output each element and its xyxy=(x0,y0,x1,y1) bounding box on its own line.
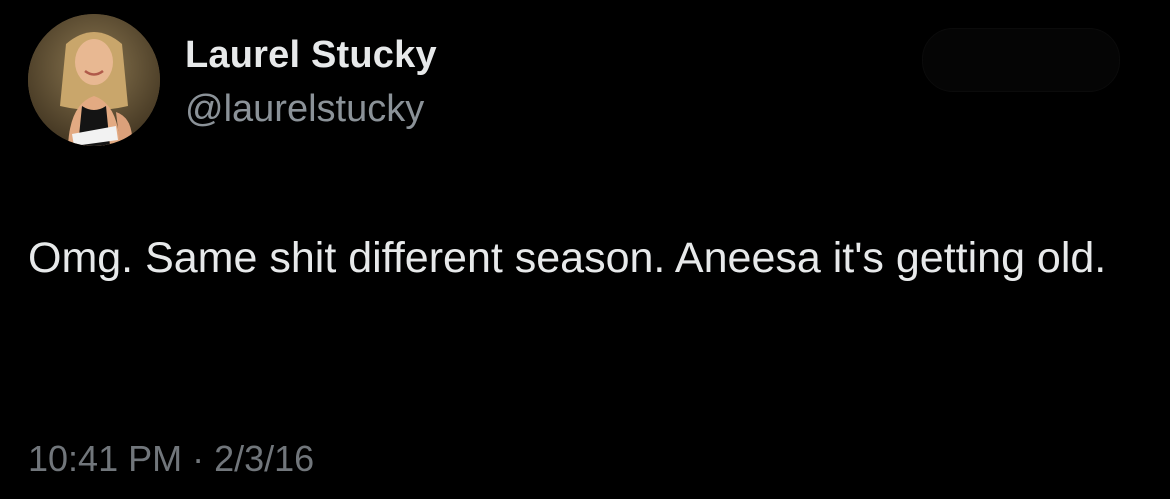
tweet-date: 2/3/16 xyxy=(214,438,315,479)
tweet-card: Laurel Stucky @laurelstucky Omg. Same sh… xyxy=(0,0,1170,499)
follow-button[interactable] xyxy=(922,28,1120,92)
tweet-timestamp[interactable]: 10:41 PM · 2/3/16 xyxy=(28,438,314,480)
meta-separator: · xyxy=(192,438,205,479)
author-handle[interactable]: @laurelstucky xyxy=(185,88,424,131)
author-avatar[interactable] xyxy=(28,14,160,146)
tweet-time: 10:41 PM xyxy=(28,438,183,479)
author-display-name[interactable]: Laurel Stucky xyxy=(185,34,437,77)
tweet-text: Omg. Same shit different season. Aneesa … xyxy=(28,234,1107,282)
avatar-photo-icon xyxy=(28,14,160,146)
